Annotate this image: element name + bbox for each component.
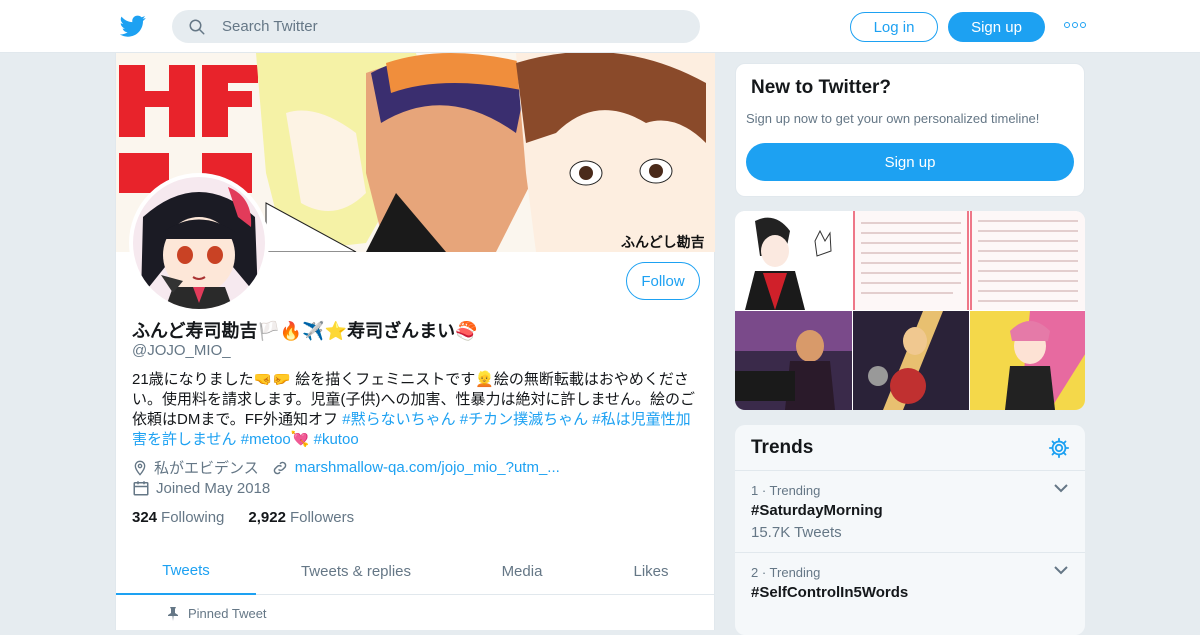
profile-column: ふんどし勘吉 Follow ふんど寿司勘吉🏳️🔥✈️⭐寿司ざんまい🍣 @JOJO… bbox=[115, 53, 715, 630]
media-thumbnail[interactable] bbox=[970, 211, 1085, 310]
signup-button[interactable]: Sign up bbox=[948, 12, 1045, 42]
follow-stats: 324 Following 2,922 Followers bbox=[132, 509, 354, 526]
trends-title: Trends bbox=[751, 437, 814, 458]
search-input[interactable] bbox=[222, 18, 662, 35]
new-to-twitter-title: New to Twitter? bbox=[751, 77, 892, 98]
profile-bio: 21歳になりました🤜🤛 絵を描くフェミニストです👱絵の無断転載はおやめください。… bbox=[132, 370, 700, 450]
chevron-down-icon[interactable] bbox=[1054, 483, 1068, 493]
pinned-tweet-header: Pinned Tweet bbox=[168, 606, 267, 621]
tab-tweets[interactable]: Tweets bbox=[116, 547, 256, 595]
following-stat[interactable]: 324 Following bbox=[132, 509, 224, 526]
pinned-tweet-label: Pinned Tweet bbox=[188, 606, 267, 621]
joined-date: Joined May 2018 bbox=[156, 479, 271, 497]
top-bar: Log in Sign up bbox=[0, 0, 1200, 53]
new-to-twitter-card: New to Twitter? Sign up now to get your … bbox=[735, 63, 1085, 197]
login-button[interactable]: Log in bbox=[850, 12, 938, 42]
avatar-illustration bbox=[133, 177, 265, 309]
bio-hashtag[interactable]: #黙らないちゃん bbox=[342, 411, 455, 428]
followers-count: 2,922 bbox=[248, 509, 286, 526]
media-thumbnail[interactable] bbox=[853, 311, 969, 410]
trend-name[interactable]: #SelfControlIn5Words bbox=[751, 584, 908, 601]
following-count: 324 bbox=[132, 509, 158, 526]
banner-signature: ふんどし勘吉 bbox=[621, 234, 705, 251]
tab-media[interactable]: Media bbox=[466, 547, 578, 595]
sidebar-signup-button[interactable]: Sign up bbox=[746, 143, 1074, 181]
bio-hashtag[interactable]: #チカン撲滅ちゃん bbox=[460, 411, 588, 428]
calendar-icon bbox=[133, 481, 149, 496]
tab-likes[interactable]: Likes bbox=[606, 547, 696, 595]
following-label: Following bbox=[161, 509, 225, 526]
trend-name[interactable]: #SaturdayMorning bbox=[751, 502, 883, 519]
link-icon bbox=[273, 461, 286, 474]
media-thumbnail[interactable] bbox=[970, 311, 1085, 410]
search-bar[interactable] bbox=[172, 10, 700, 43]
trend-item[interactable]: 1 · Trending #SaturdayMorning 15.7K Twee… bbox=[735, 470, 1085, 552]
profile-location-website: 私がエビデンス marshmallow-qa.com/jojo_mio_?utm… bbox=[132, 457, 560, 478]
more-options-icon[interactable] bbox=[1064, 22, 1086, 28]
media-thumbnail[interactable] bbox=[735, 211, 852, 310]
profile-website-link[interactable]: marshmallow-qa.com/jojo_mio_?utm_... bbox=[295, 459, 560, 476]
chevron-down-icon[interactable] bbox=[1054, 565, 1068, 575]
bio-hashtag[interactable]: #metoo💘 bbox=[241, 431, 310, 448]
display-name: ふんど寿司勘吉🏳️🔥✈️⭐寿司ざんまい🍣 bbox=[132, 321, 478, 341]
media-thumbnail[interactable] bbox=[853, 211, 969, 310]
profile-tabs: Tweets Tweets & replies Media Likes bbox=[116, 547, 715, 595]
bio-hashtag[interactable]: #kutoo bbox=[314, 431, 359, 448]
media-grid bbox=[735, 211, 1085, 410]
settings-gear-icon[interactable] bbox=[1048, 437, 1070, 459]
trend-rank: 1 · Trending bbox=[751, 483, 821, 498]
user-handle[interactable]: @JOJO_MIO_ bbox=[132, 342, 231, 359]
trend-item[interactable]: 2 · Trending #SelfControlIn5Words bbox=[735, 552, 1085, 634]
tab-tweets-replies[interactable]: Tweets & replies bbox=[286, 547, 426, 595]
pin-icon bbox=[168, 606, 178, 621]
media-thumbnail[interactable] bbox=[735, 311, 852, 410]
location-pin-icon bbox=[134, 460, 146, 476]
trends-panel: Trends 1 · Trending #SaturdayMorning 15.… bbox=[735, 425, 1085, 635]
profile-joined: Joined May 2018 bbox=[132, 479, 270, 497]
search-icon bbox=[189, 19, 205, 34]
trend-rank: 2 · Trending bbox=[751, 565, 821, 580]
trend-tweet-count: 15.7K Tweets bbox=[751, 524, 842, 541]
twitter-bird-icon[interactable] bbox=[120, 13, 146, 39]
followers-stat[interactable]: 2,922 Followers bbox=[248, 509, 354, 526]
profile-avatar[interactable] bbox=[129, 173, 269, 313]
followers-label: Followers bbox=[289, 509, 355, 526]
profile-location: 私がエビデンス bbox=[154, 460, 259, 477]
new-to-twitter-subtitle: Sign up now to get your own personalized… bbox=[746, 111, 1040, 126]
follow-button[interactable]: Follow bbox=[626, 262, 700, 300]
